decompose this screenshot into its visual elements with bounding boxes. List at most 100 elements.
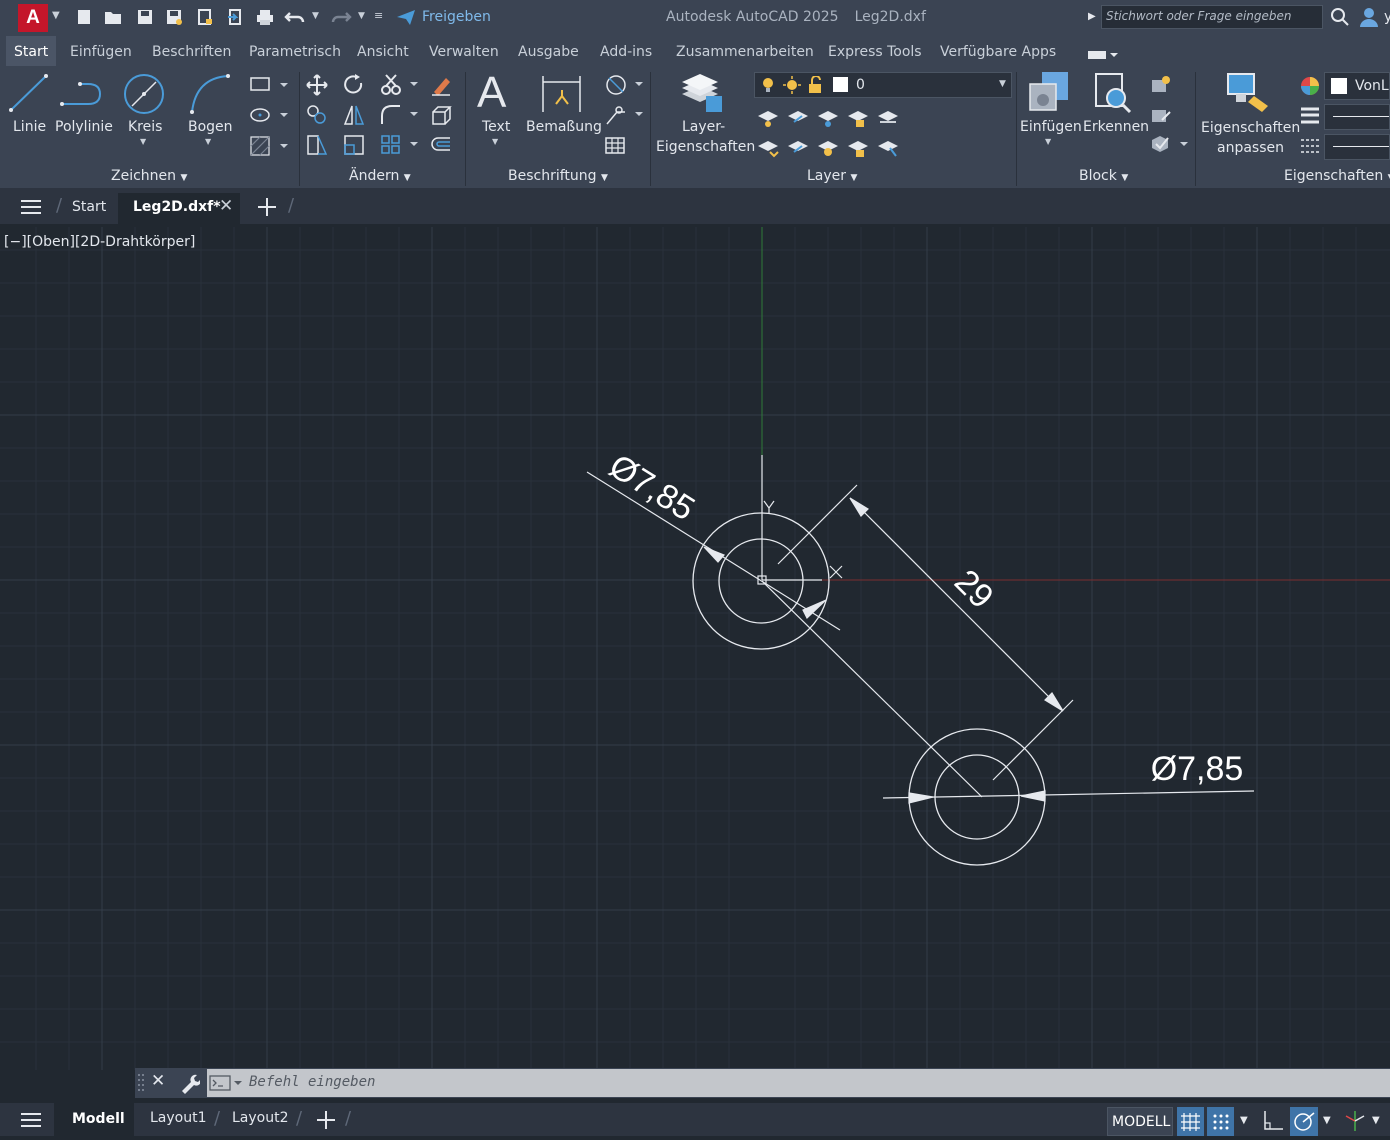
detect-block-icon[interactable] — [1092, 72, 1136, 118]
annotation-panel-title[interactable]: Beschriftung ▼ — [508, 168, 608, 184]
polar-dropdown-icon[interactable]: ▼ — [1323, 1115, 1331, 1126]
scale-icon[interactable] — [343, 134, 365, 160]
edit-block-icon[interactable] — [1150, 104, 1172, 130]
dimension-button-label[interactable]: Bemaßung — [526, 119, 602, 135]
insert-block-icon[interactable] — [1028, 70, 1072, 118]
tab-start[interactable]: Start — [6, 36, 57, 66]
lineweight-icon[interactable] — [1299, 106, 1321, 130]
tab-manage[interactable]: Verwalten — [429, 36, 499, 66]
new-tab-icon[interactable] — [256, 196, 278, 222]
circle-button-label[interactable]: Kreis — [128, 119, 162, 135]
3d-box-icon[interactable] — [430, 104, 452, 130]
match-properties-icon[interactable] — [1226, 72, 1272, 120]
ortho-icon[interactable] — [1262, 1109, 1284, 1137]
draw-panel-title[interactable]: Zeichnen ▼ — [111, 168, 187, 184]
doc-tab-active[interactable]: Leg2D.dxf* ✕ — [118, 193, 240, 226]
share-icon[interactable] — [396, 8, 416, 30]
undo-icon[interactable] — [284, 6, 306, 28]
arc-button-label[interactable]: Bogen — [188, 119, 233, 135]
command-line-grip-icon[interactable] — [137, 1073, 145, 1097]
block-panel-title[interactable]: Block ▼ — [1079, 168, 1128, 184]
layer-properties-icon[interactable] — [680, 72, 724, 118]
table-icon[interactable] — [605, 136, 627, 160]
circle-dropdown-icon[interactable]: ▼ — [140, 137, 146, 146]
layout-menu-icon[interactable] — [20, 1111, 42, 1133]
file-menu-icon[interactable] — [20, 198, 42, 220]
tab-model[interactable]: Modell — [54, 1103, 134, 1136]
text-button-label[interactable]: Text — [482, 119, 510, 135]
dimension-diameter-2[interactable] — [882, 790, 1255, 804]
circle-tool-icon[interactable] — [122, 72, 166, 120]
tab-view[interactable]: Ansicht — [357, 36, 409, 66]
multileader-icon[interactable] — [605, 104, 645, 130]
ribbon-display-icon[interactable] — [1088, 46, 1118, 65]
tab-addins[interactable]: Add-ins — [600, 36, 652, 66]
redo-icon[interactable] — [330, 6, 352, 28]
match-properties-label-2[interactable]: anpassen — [1217, 140, 1284, 156]
move-icon[interactable] — [306, 74, 328, 100]
snap-dropdown-icon[interactable]: ▼ — [1240, 1115, 1248, 1126]
tab-parametric[interactable]: Parametrisch — [249, 36, 341, 66]
app-menu-arrow-icon[interactable]: ▼ — [52, 10, 60, 21]
drawing-canvas[interactable]: Ø7,85 29 Ø7,85 — [0, 227, 1390, 1070]
color-dropdown[interactable]: VonL — [1324, 72, 1390, 100]
isodraft-dropdown-icon[interactable]: ▼ — [1372, 1115, 1380, 1126]
layer-properties-label-1[interactable]: Layer- — [682, 119, 725, 135]
user-icon[interactable] — [1358, 6, 1380, 32]
linetype-dropdown[interactable] — [1324, 134, 1390, 160]
close-command-line-icon[interactable]: ✕ — [151, 1071, 165, 1091]
grid-toggle[interactable] — [1177, 1107, 1204, 1136]
tab-annotate[interactable]: Beschriften — [152, 36, 231, 66]
polyline-button-label[interactable]: Polylinie — [55, 119, 113, 135]
rotate-icon[interactable] — [343, 74, 365, 100]
search-expand-icon[interactable]: ▶ — [1088, 11, 1096, 22]
tab-insert[interactable]: Einfügen — [70, 36, 132, 66]
color-wheel-icon[interactable] — [1299, 75, 1321, 101]
detect-button-label[interactable]: Erkennen — [1083, 119, 1149, 135]
fillet-icon[interactable] — [380, 104, 420, 130]
offset-icon[interactable] — [430, 134, 452, 160]
isodraft-icon[interactable] — [1344, 1109, 1366, 1137]
layer-tools-row-2-icon[interactable] — [756, 134, 906, 162]
tab-layout2[interactable]: Layout2 — [232, 1110, 289, 1126]
share-button[interactable]: Freigeben — [422, 9, 491, 25]
array-icon[interactable] — [380, 134, 420, 160]
save-icon[interactable] — [134, 6, 156, 28]
properties-panel-title[interactable]: Eigenschaften ▼ — [1284, 168, 1390, 184]
polyline-tool-icon[interactable] — [60, 78, 106, 116]
block-attributes-icon[interactable] — [1150, 134, 1190, 160]
lineweight-dropdown[interactable] — [1324, 104, 1390, 130]
user-name[interactable]: y — [1384, 9, 1390, 25]
match-properties-label-1[interactable]: Eigenschaften — [1201, 120, 1300, 136]
modify-panel-title[interactable]: Ändern ▼ — [349, 168, 411, 184]
copy-icon[interactable] — [306, 104, 328, 130]
tab-layout1[interactable]: Layout1 — [150, 1110, 207, 1126]
text-dropdown-icon[interactable]: ▼ — [492, 137, 498, 146]
hatch-tool-icon[interactable] — [250, 136, 290, 160]
create-block-icon[interactable] — [1150, 74, 1172, 100]
line-button-label[interactable]: Linie — [13, 119, 46, 135]
close-tab-icon[interactable]: ✕ — [219, 196, 233, 216]
dimension-diameter-1[interactable] — [586, 471, 841, 631]
tab-featured-apps[interactable]: Verfügbare Apps — [940, 36, 1056, 66]
mirror-icon[interactable] — [343, 104, 365, 130]
search-icon[interactable] — [1330, 7, 1350, 31]
command-input[interactable]: Befehl eingeben — [207, 1069, 1390, 1097]
add-layout-icon[interactable] — [315, 1109, 337, 1135]
app-logo[interactable]: A — [18, 4, 48, 32]
ellipse-tool-icon[interactable] — [250, 106, 290, 128]
leader-icon[interactable] — [605, 74, 645, 100]
layer-properties-label-2[interactable]: Eigenschaften — [656, 139, 755, 155]
layer-panel-title[interactable]: Layer ▼ — [807, 168, 857, 184]
polar-tracking-toggle[interactable] — [1290, 1107, 1318, 1136]
stretch-icon[interactable] — [306, 134, 328, 160]
layer-tools-row-1-icon[interactable] — [756, 104, 906, 132]
insert-button-label[interactable]: Einfügen — [1020, 119, 1082, 135]
dimension-text-diameter-1[interactable]: Ø7,85 — [602, 447, 701, 528]
tab-express-tools[interactable]: Express Tools — [828, 36, 922, 66]
save-web-icon[interactable] — [224, 6, 246, 28]
redo-dropdown-icon[interactable]: ▼ — [358, 11, 365, 21]
text-tool-icon[interactable]: A — [477, 68, 506, 118]
open-file-icon[interactable] — [102, 6, 124, 28]
tab-collaborate[interactable]: Zusammenarbeiten — [676, 36, 814, 66]
